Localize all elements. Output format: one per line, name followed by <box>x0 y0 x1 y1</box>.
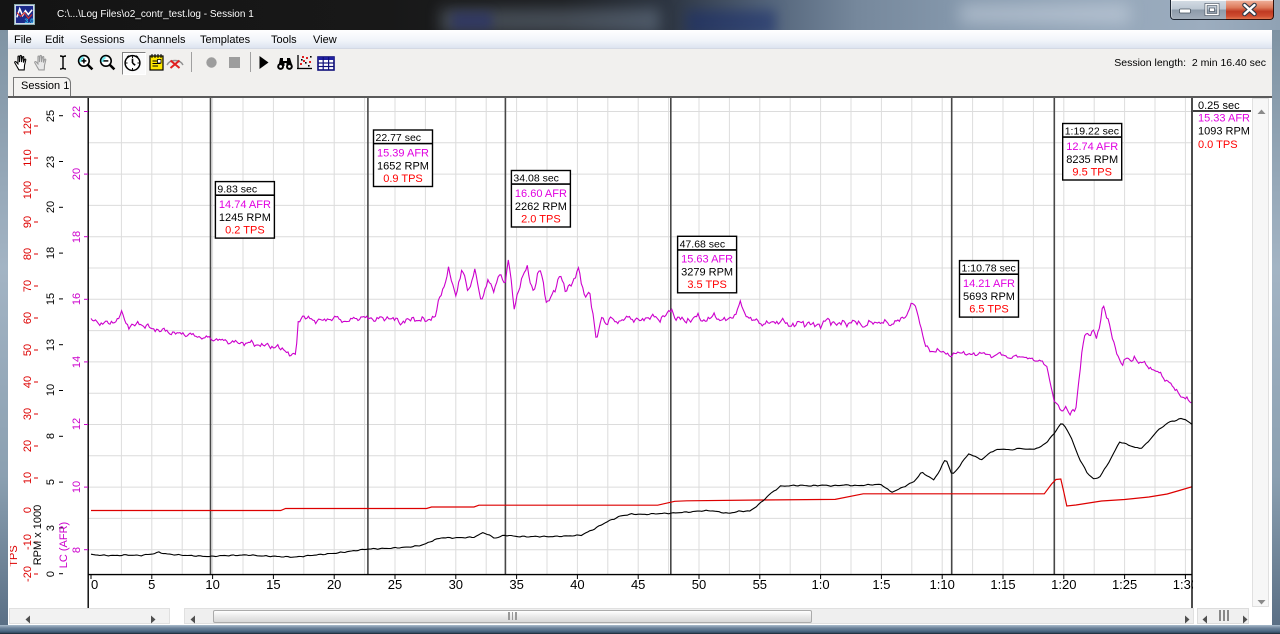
svg-text:13: 13 <box>45 339 57 351</box>
svg-text:10: 10 <box>22 472 34 484</box>
svg-text:10: 10 <box>205 577 219 592</box>
svg-text:40: 40 <box>570 577 584 592</box>
svg-text:15.39 AFR: 15.39 AFR <box>377 147 429 159</box>
svg-text:0: 0 <box>45 571 57 577</box>
svg-text:8235 RPM: 8235 RPM <box>1066 154 1118 166</box>
svg-text:16.60 AFR: 16.60 AFR <box>515 188 567 200</box>
svg-text:0.2 TPS: 0.2 TPS <box>225 224 265 236</box>
svg-text:3.5 TPS: 3.5 TPS <box>687 279 727 291</box>
svg-text:14.21 AFR: 14.21 AFR <box>963 278 1015 290</box>
svg-text:0.0 TPS: 0.0 TPS <box>1198 139 1238 151</box>
svg-text:1:19.22 sec: 1:19.22 sec <box>1065 126 1119 138</box>
svg-text:23: 23 <box>45 156 57 168</box>
svg-text:60: 60 <box>22 312 34 324</box>
svg-text:18: 18 <box>45 247 57 259</box>
svg-text:14.74 AFR: 14.74 AFR <box>219 199 271 211</box>
svg-text:20: 20 <box>45 201 57 213</box>
svg-text:110: 110 <box>22 149 34 167</box>
svg-text:1:5: 1:5 <box>872 577 890 592</box>
svg-text:3: 3 <box>45 525 57 531</box>
svg-text:50: 50 <box>22 344 34 356</box>
svg-text:1:20: 1:20 <box>1051 577 1076 592</box>
svg-text:15.33 AFR: 15.33 AFR <box>1198 113 1250 125</box>
svg-text:15: 15 <box>266 577 280 592</box>
svg-text:2262 RPM: 2262 RPM <box>515 201 567 213</box>
svg-text:1245 RPM: 1245 RPM <box>219 212 271 224</box>
svg-text:22.77 sec: 22.77 sec <box>376 132 422 144</box>
svg-text:40: 40 <box>22 376 34 388</box>
svg-text:45: 45 <box>631 577 645 592</box>
svg-text:80: 80 <box>22 248 34 260</box>
svg-text:1:10.78 sec: 1:10.78 sec <box>962 263 1016 275</box>
svg-text:47.68 sec: 47.68 sec <box>680 238 726 250</box>
svg-text:10: 10 <box>71 481 83 493</box>
svg-text:30: 30 <box>22 408 34 420</box>
svg-text:18: 18 <box>71 231 83 243</box>
svg-text:15: 15 <box>45 293 57 305</box>
svg-text:50: 50 <box>692 577 706 592</box>
svg-text:0.9 TPS: 0.9 TPS <box>383 173 423 185</box>
svg-text:20: 20 <box>22 440 34 452</box>
svg-text:2.0 TPS: 2.0 TPS <box>521 213 561 225</box>
svg-text:1652 RPM: 1652 RPM <box>377 160 429 172</box>
svg-text:1093 RPM: 1093 RPM <box>1198 126 1250 138</box>
svg-text:5693 RPM: 5693 RPM <box>963 291 1015 303</box>
svg-text:0.25 sec: 0.25 sec <box>1198 100 1240 112</box>
svg-text:34.08 sec: 34.08 sec <box>513 173 559 185</box>
svg-text:RPM x 1000: RPM x 1000 <box>32 505 44 566</box>
svg-text:9.83 sec: 9.83 sec <box>217 184 257 196</box>
svg-text:90: 90 <box>22 216 34 228</box>
svg-text:0: 0 <box>91 577 98 592</box>
svg-text:1:30: 1:30 <box>1173 577 1198 592</box>
svg-text:14: 14 <box>71 356 83 368</box>
svg-text:6.5 TPS: 6.5 TPS <box>969 303 1009 315</box>
svg-text:1:0: 1:0 <box>812 577 830 592</box>
svg-text:55: 55 <box>753 577 767 592</box>
svg-text:30: 30 <box>449 577 463 592</box>
svg-text:25: 25 <box>45 110 57 122</box>
svg-text:120: 120 <box>22 117 34 135</box>
svg-text:15.63 AFR: 15.63 AFR <box>681 254 733 266</box>
svg-text:9.5 TPS: 9.5 TPS <box>1072 166 1112 178</box>
svg-text:35: 35 <box>509 577 523 592</box>
svg-text:1:10: 1:10 <box>930 577 955 592</box>
svg-text:70: 70 <box>22 280 34 292</box>
svg-text:20: 20 <box>71 168 83 180</box>
svg-text:LC (AFR): LC (AFR) <box>58 522 70 568</box>
svg-text:1:15: 1:15 <box>990 577 1015 592</box>
svg-text:8: 8 <box>45 433 57 439</box>
svg-text:5: 5 <box>45 479 57 485</box>
svg-text:8: 8 <box>71 547 83 553</box>
svg-text:5: 5 <box>148 577 155 592</box>
svg-text:100: 100 <box>22 181 34 199</box>
svg-text:12.74 AFR: 12.74 AFR <box>1066 141 1118 153</box>
svg-text:22: 22 <box>71 106 83 118</box>
svg-text:10: 10 <box>45 384 57 396</box>
svg-text:12: 12 <box>71 418 83 430</box>
svg-text:3.0: 3.0 <box>25 18 35 25</box>
svg-text:1:25: 1:25 <box>1112 577 1137 592</box>
svg-text:TPS: TPS <box>10 545 20 566</box>
svg-text:3279 RPM: 3279 RPM <box>681 267 733 279</box>
svg-text:20: 20 <box>327 577 341 592</box>
svg-text:25: 25 <box>388 577 402 592</box>
svg-text:16: 16 <box>71 293 83 305</box>
svg-text:-20: -20 <box>22 566 34 582</box>
